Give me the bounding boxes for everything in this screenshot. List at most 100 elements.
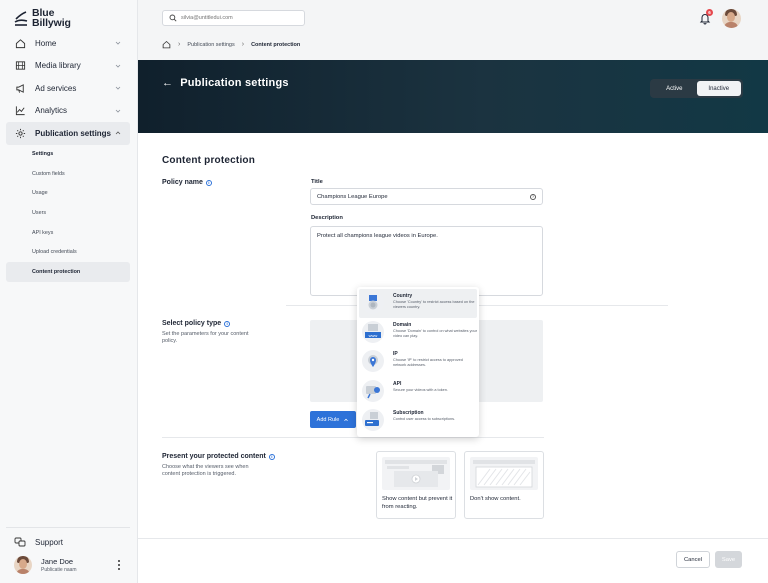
page-title-text: Publication settings [180, 77, 289, 89]
hero-banner: ← Publication settings Active Inactive [138, 60, 768, 133]
chevron-down-icon [115, 109, 121, 113]
dropdown-item-desc: Control user access to subscriptions. [393, 416, 456, 421]
subscription-card-icon [362, 408, 384, 431]
sub-item-content-protection[interactable]: Content protection [6, 262, 130, 282]
ip-location-icon [362, 350, 384, 373]
main-nav: Home Media library Ad services Analytics… [6, 32, 130, 282]
dropdown-item-title: Country [393, 293, 413, 299]
dropdown-item-title: Domain [393, 322, 412, 329]
toggle-active[interactable]: Active [652, 81, 697, 96]
nav-item-analytics[interactable]: Analytics [6, 100, 130, 123]
search-box[interactable] [162, 10, 305, 26]
user-name: Jane Doe [41, 557, 74, 566]
info-icon[interactable]: i [224, 320, 231, 327]
save-button[interactable]: Save [715, 551, 742, 568]
publication-settings-submenu: Settings Custom fields Usage Users API k… [6, 145, 130, 282]
support-chat-icon [14, 537, 26, 547]
info-icon[interactable]: i [205, 179, 212, 186]
avatar [14, 556, 32, 574]
option-card-hide-content[interactable]: Don't show content. [464, 451, 544, 519]
dropdown-item-title: API [393, 380, 402, 387]
toggle-inactive[interactable]: Inactive [696, 81, 741, 96]
nav-label-publication-settings: Publication settings [35, 128, 112, 138]
page-title: ← Publication settings [162, 77, 289, 89]
sub-item-users[interactable]: Users [6, 203, 130, 223]
nav-label-ad-services: Ad services [35, 83, 77, 93]
nav-item-ad-services[interactable]: Ad services [6, 77, 130, 100]
policy-type-label-text: Select policy type [162, 320, 222, 327]
option-card-show-content[interactable]: Show content but prevent it from reactin… [376, 451, 456, 519]
show-content-caption: Show content but prevent it from reactin… [382, 496, 453, 510]
sub-item-upload-credentials[interactable]: Upload credentials [6, 242, 130, 262]
sidebar-bottom: Support Jane Doe Publicatie naam [6, 527, 130, 574]
support-link[interactable]: Support [6, 530, 130, 554]
sub-item-custom-fields[interactable]: Custom fields [6, 164, 130, 184]
megaphone-icon [14, 82, 26, 94]
dropdown-item-desc: Choose 'Country' to restrict access base… [393, 300, 475, 309]
support-label: Support [35, 537, 64, 547]
breadcrumb-item-publication-settings[interactable]: Publication settings [187, 42, 234, 48]
country-badge-icon [362, 292, 384, 314]
divider [162, 437, 544, 438]
sidebar: Blue Billywig Home Media library Ad serv… [0, 0, 138, 583]
top-avatar[interactable] [722, 9, 741, 28]
title-field-value: Champions League Europe [317, 193, 388, 200]
dropdown-item-subscription[interactable]: Subscription Control user access to subs… [359, 406, 477, 435]
section-title: Content protection [162, 155, 256, 166]
user-profile[interactable]: Jane Doe Publicatie naam [6, 556, 130, 574]
dropdown-item-text: Country Choose 'Country' to restrict acc… [393, 292, 477, 310]
topbar: 6 › Publication settings › Content prote… [138, 0, 768, 60]
policy-name-label: Policy name i [162, 179, 212, 186]
dropdown-item-api[interactable]: API Secure your videos with a token. [359, 377, 477, 406]
dropdown-item-desc: Choose 'IP' to restrict access to approv… [393, 358, 463, 368]
title-field[interactable]: Champions League Europe ? [310, 188, 543, 205]
add-rule-label: Add Rule [316, 416, 340, 423]
show-content-thumbnail [382, 457, 450, 490]
help-circle-icon[interactable]: ? [530, 193, 536, 200]
policy-type-label: Select policy type i [162, 320, 231, 327]
nav-label-home: Home [35, 38, 57, 48]
nav-item-publication-settings[interactable]: Publication settings [6, 122, 130, 145]
app-root: Blue Billywig Home Media library Ad serv… [0, 0, 768, 583]
dropdown-item-title: Subscription [393, 409, 424, 416]
description-textarea[interactable]: Protect all champions league videos in E… [310, 226, 543, 296]
dropdown-item-text: Subscription Control user access to subs… [393, 409, 477, 422]
dropdown-item-domain[interactable]: www Domain Choose 'Domain' to control on… [359, 318, 477, 347]
blocked-player-preview-icon [473, 460, 535, 488]
brand-name: Blue Billywig [32, 8, 71, 29]
nav-label-analytics: Analytics [35, 106, 68, 116]
brand-logo[interactable]: Blue Billywig [14, 8, 71, 28]
chart-line-icon [14, 105, 26, 117]
policy-type-dropdown: Country Choose 'Country' to restrict acc… [357, 287, 479, 437]
status-toggle: Active Inactive [650, 79, 743, 98]
chevron-up-icon [344, 418, 349, 421]
api-key-icon [362, 379, 384, 402]
brand-name-line2: Billywig [32, 17, 71, 29]
nav-item-home[interactable]: Home [6, 32, 130, 55]
nav-item-media-library[interactable]: Media library [6, 55, 130, 78]
dropdown-item-text: API Secure your videos with a token. [393, 380, 477, 393]
cancel-button[interactable]: Cancel [676, 551, 710, 568]
chevron-right-icon: › [241, 41, 245, 48]
domain-www-icon: www [362, 321, 384, 344]
add-rule-button[interactable]: Add Rule [310, 411, 356, 428]
nav-label-media-library: Media library [35, 61, 81, 71]
more-vertical-icon[interactable] [116, 559, 122, 571]
logo-mark-icon [14, 11, 28, 26]
back-arrow-icon[interactable]: ← [162, 77, 173, 89]
dropdown-item-text: IP Choose 'IP' to restrict access to app… [393, 350, 477, 368]
hide-content-caption: Don't show content. [470, 496, 521, 502]
sub-item-api-keys[interactable]: API keys [6, 223, 130, 243]
sub-item-usage[interactable]: Usage [6, 184, 130, 204]
present-content-description: Choose what the viewers see when content… [162, 464, 249, 477]
search-icon [169, 14, 177, 22]
present-content-label-text: Present your protected content [162, 453, 266, 460]
search-input[interactable] [181, 15, 301, 21]
breadcrumb-item-current: Content protection [251, 41, 301, 48]
home-icon[interactable] [162, 40, 171, 49]
info-icon[interactable]: i [268, 453, 275, 460]
dropdown-item-desc: Choose 'Domain' to control on what websi… [393, 329, 477, 338]
dropdown-item-country[interactable]: Country Choose 'Country' to restrict acc… [359, 289, 477, 319]
dropdown-item-ip[interactable]: IP Choose 'IP' to restrict access to app… [359, 347, 477, 376]
sub-item-settings[interactable]: Settings [6, 145, 130, 165]
